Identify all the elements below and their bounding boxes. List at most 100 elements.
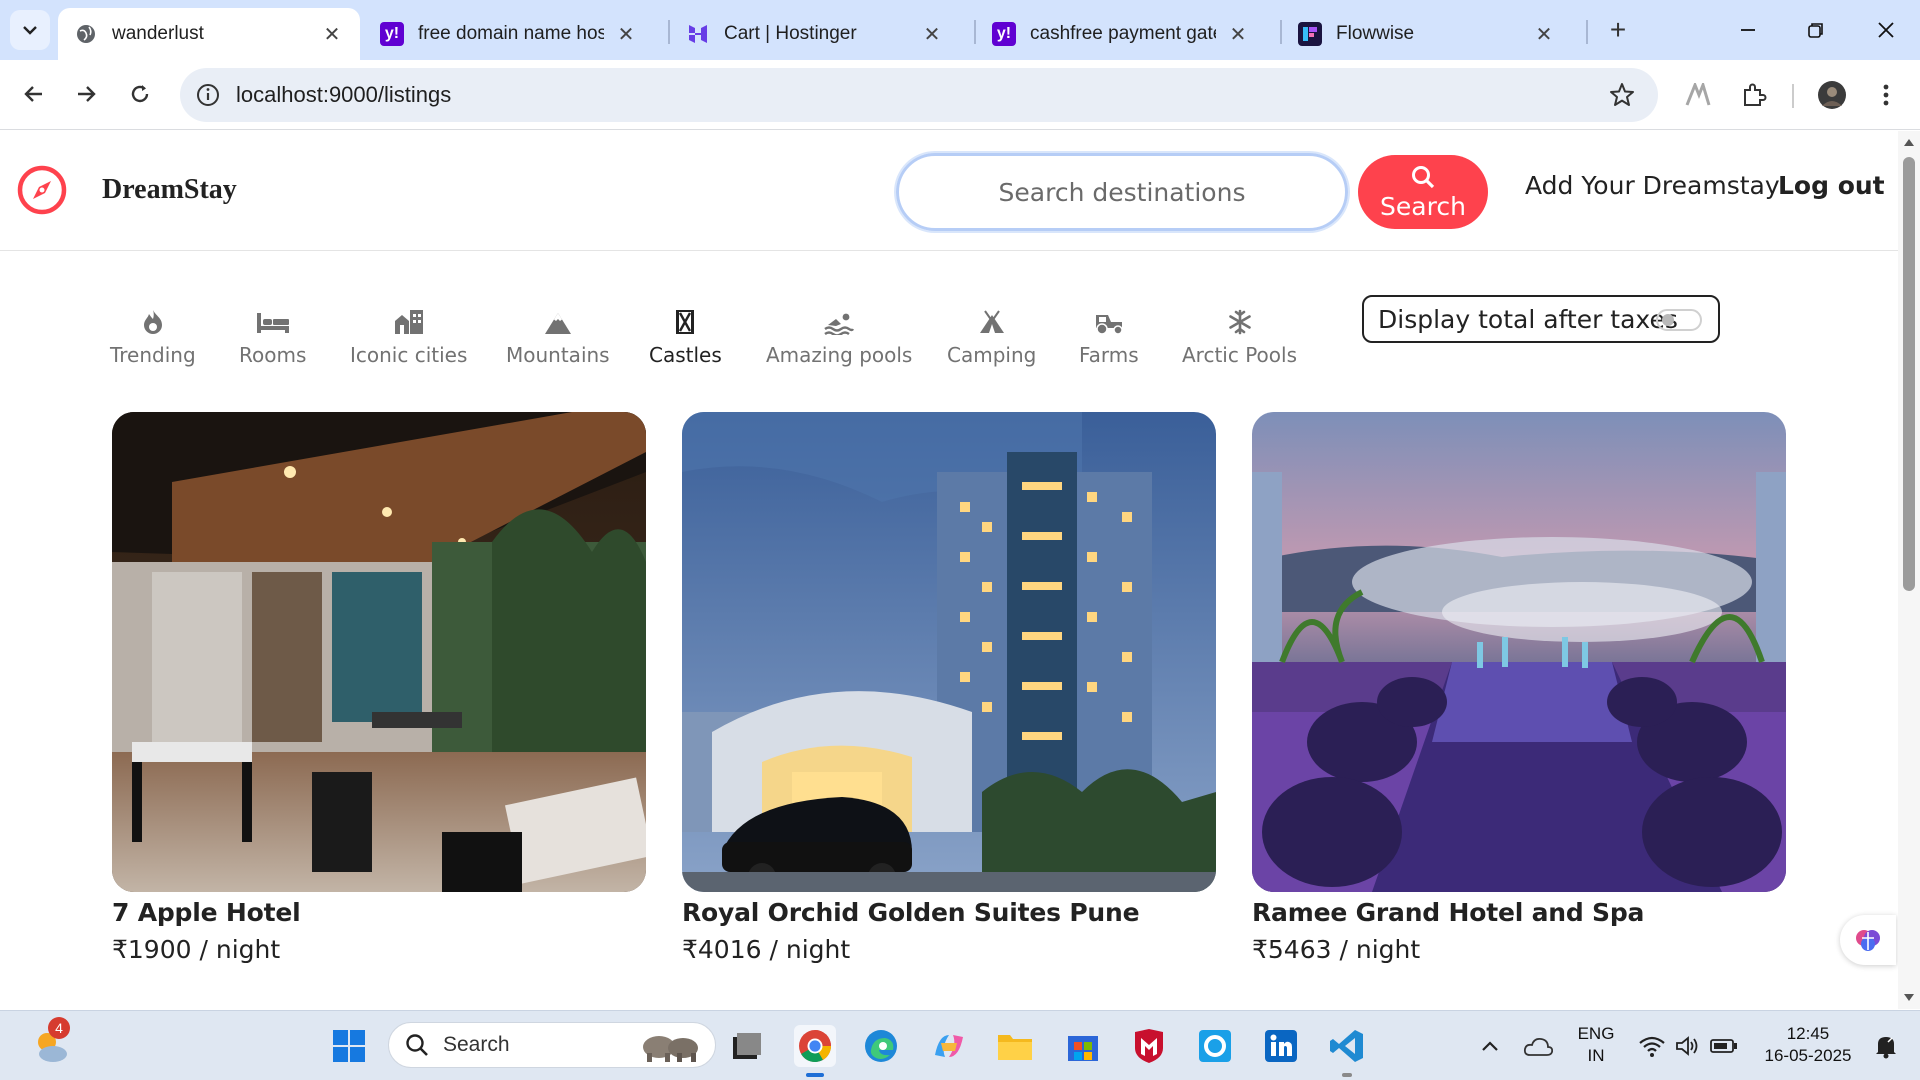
tax-toggle[interactable]: Display total after taxes (1362, 295, 1720, 343)
info-icon[interactable] (194, 81, 222, 109)
wifi-tray[interactable] (1632, 1025, 1672, 1067)
filter-farms[interactable]: Farms (1079, 301, 1139, 371)
back-button[interactable] (14, 74, 54, 114)
compass-icon[interactable] (16, 164, 68, 221)
filter-camping[interactable]: Camping (947, 301, 1036, 371)
bookmark-star-icon[interactable] (1608, 81, 1636, 109)
scrollbar-thumb[interactable] (1903, 157, 1915, 591)
filter-label: Castles (649, 343, 722, 367)
extension-logo-icon[interactable] (1680, 77, 1716, 113)
windows-icon (333, 1030, 365, 1062)
search-button[interactable]: Search (1358, 155, 1488, 229)
filter-amazing-pools[interactable]: Amazing pools (766, 301, 912, 371)
scroll-up-icon[interactable] (1903, 137, 1915, 147)
page-content: DreamStay Search destinations Search Add… (0, 131, 1898, 1009)
close-icon[interactable]: ✕ (1226, 22, 1250, 47)
address-bar[interactable]: localhost:9000/listings (180, 68, 1658, 122)
file-explorer-app[interactable] (994, 1025, 1036, 1067)
onedrive-tray[interactable] (1518, 1025, 1558, 1067)
scroll-down-icon[interactable] (1903, 993, 1915, 1003)
filter-mountains[interactable]: Mountains (506, 301, 610, 371)
url-text[interactable]: localhost:9000/listings (236, 82, 451, 108)
filter-label: Arctic Pools (1182, 343, 1298, 367)
tab-cashfree[interactable]: y! cashfree payment gatew ✕ (976, 8, 1266, 60)
site-navbar: DreamStay Search destinations Search Add… (0, 131, 1898, 251)
brand-name[interactable]: DreamStay (102, 174, 237, 206)
listing-name[interactable]: 7 Apple Hotel (112, 898, 646, 927)
chrome-app[interactable] (794, 1025, 836, 1067)
logout-link[interactable]: Log out (1778, 171, 1885, 200)
filter-arctic-pools[interactable]: Arctic Pools (1182, 301, 1297, 371)
yahoo-icon: y! (992, 22, 1016, 46)
listing-price: ₹5463 / night (1252, 935, 1421, 964)
close-icon[interactable]: ✕ (614, 22, 638, 47)
restore-icon (1808, 23, 1823, 38)
close-icon[interactable]: ✕ (920, 22, 944, 47)
notifications-button[interactable] (1866, 1025, 1906, 1067)
minimize-button[interactable] (1714, 0, 1782, 60)
search-icon (406, 1034, 428, 1056)
listing-card[interactable]: 7 Apple Hotel ₹1900 / night (112, 412, 646, 964)
edge-app[interactable] (860, 1025, 902, 1067)
floating-assistant-button[interactable] (1840, 915, 1896, 965)
clock[interactable]: 12:45 16-05-2025 (1752, 1023, 1864, 1067)
tab-domain-hosting[interactable]: y! free domain name hostin ✕ (364, 8, 654, 60)
search-input[interactable]: Search destinations (896, 153, 1348, 231)
listing-name[interactable]: Ramee Grand Hotel and Spa (1252, 898, 1786, 927)
reload-icon (131, 85, 149, 103)
restore-button[interactable] (1782, 0, 1850, 60)
close-window-button[interactable] (1852, 0, 1920, 60)
extensions-puzzle-icon[interactable] (1736, 77, 1772, 113)
filter-castles[interactable]: Castles (649, 301, 722, 371)
wifi-icon (1639, 1036, 1665, 1057)
add-dreamstay-link[interactable]: Add Your Dreamstay (1525, 171, 1780, 200)
tab-flowwise[interactable]: Flowwise ✕ (1282, 8, 1572, 60)
profile-avatar[interactable] (1814, 77, 1850, 113)
globe-icon (74, 22, 98, 46)
castle-icon (676, 310, 695, 334)
listing-photo-7-apple-hotel[interactable] (112, 412, 646, 892)
forward-button[interactable] (66, 74, 106, 114)
teams-app[interactable] (1194, 1025, 1236, 1067)
tab-wanderlust[interactable]: wanderlust ✕ (58, 8, 360, 60)
store-icon (1068, 1036, 1098, 1061)
volume-tray[interactable] (1670, 1025, 1706, 1067)
vscode-icon (1330, 1030, 1363, 1062)
menu-kebab-icon[interactable] (1868, 77, 1904, 113)
close-icon[interactable]: ✕ (320, 22, 344, 47)
reload-button[interactable] (120, 74, 160, 114)
tray-overflow-button[interactable] (1470, 1025, 1510, 1067)
page-scrollbar[interactable] (1898, 131, 1920, 1009)
listing-photo-royal-orchid[interactable] (682, 412, 1216, 892)
input-language[interactable]: ENG IN (1570, 1023, 1622, 1067)
filter-trending[interactable]: Trending (110, 301, 196, 371)
running-app-indicator (1342, 1073, 1352, 1077)
tab-hostinger-cart[interactable]: Cart | Hostinger ✕ (670, 8, 960, 60)
new-tab-button[interactable]: + (1600, 12, 1636, 48)
task-view-button[interactable] (726, 1025, 768, 1067)
windows-taskbar: 4 Search ENG IN 12:45 16-05-2025 (0, 1010, 1920, 1080)
start-button[interactable] (328, 1025, 370, 1067)
listing-card[interactable]: Royal Orchid Golden Suites Pune ₹4016 / … (682, 412, 1216, 964)
tab-title: wanderlust (112, 23, 204, 44)
filter-iconic-cities[interactable]: Iconic cities (350, 301, 467, 371)
mcafee-app[interactable] (1128, 1025, 1170, 1067)
listing-price: ₹4016 / night (682, 935, 851, 964)
linkedin-app[interactable] (1260, 1025, 1302, 1067)
taskbar-search[interactable]: Search (388, 1022, 716, 1068)
vscode-app[interactable] (1326, 1025, 1368, 1067)
filter-rooms[interactable]: Rooms (239, 301, 306, 371)
microsoft-store-app[interactable] (1062, 1025, 1104, 1067)
battery-tray[interactable] (1706, 1025, 1742, 1067)
tax-switch[interactable] (1656, 309, 1702, 331)
listing-photo-ramee-grand[interactable] (1252, 412, 1786, 892)
mountain-icon (544, 313, 571, 334)
listing-card[interactable]: Ramee Grand Hotel and Spa ₹5463 / night (1252, 412, 1786, 964)
copilot-app[interactable] (928, 1025, 970, 1067)
fire-icon (143, 310, 162, 334)
tab-search-button[interactable] (10, 10, 50, 50)
mcafee-shield-icon (1135, 1029, 1163, 1063)
listing-name[interactable]: Royal Orchid Golden Suites Pune (682, 898, 1216, 927)
bell-icon (1876, 1037, 1896, 1059)
close-icon[interactable]: ✕ (1532, 22, 1556, 47)
